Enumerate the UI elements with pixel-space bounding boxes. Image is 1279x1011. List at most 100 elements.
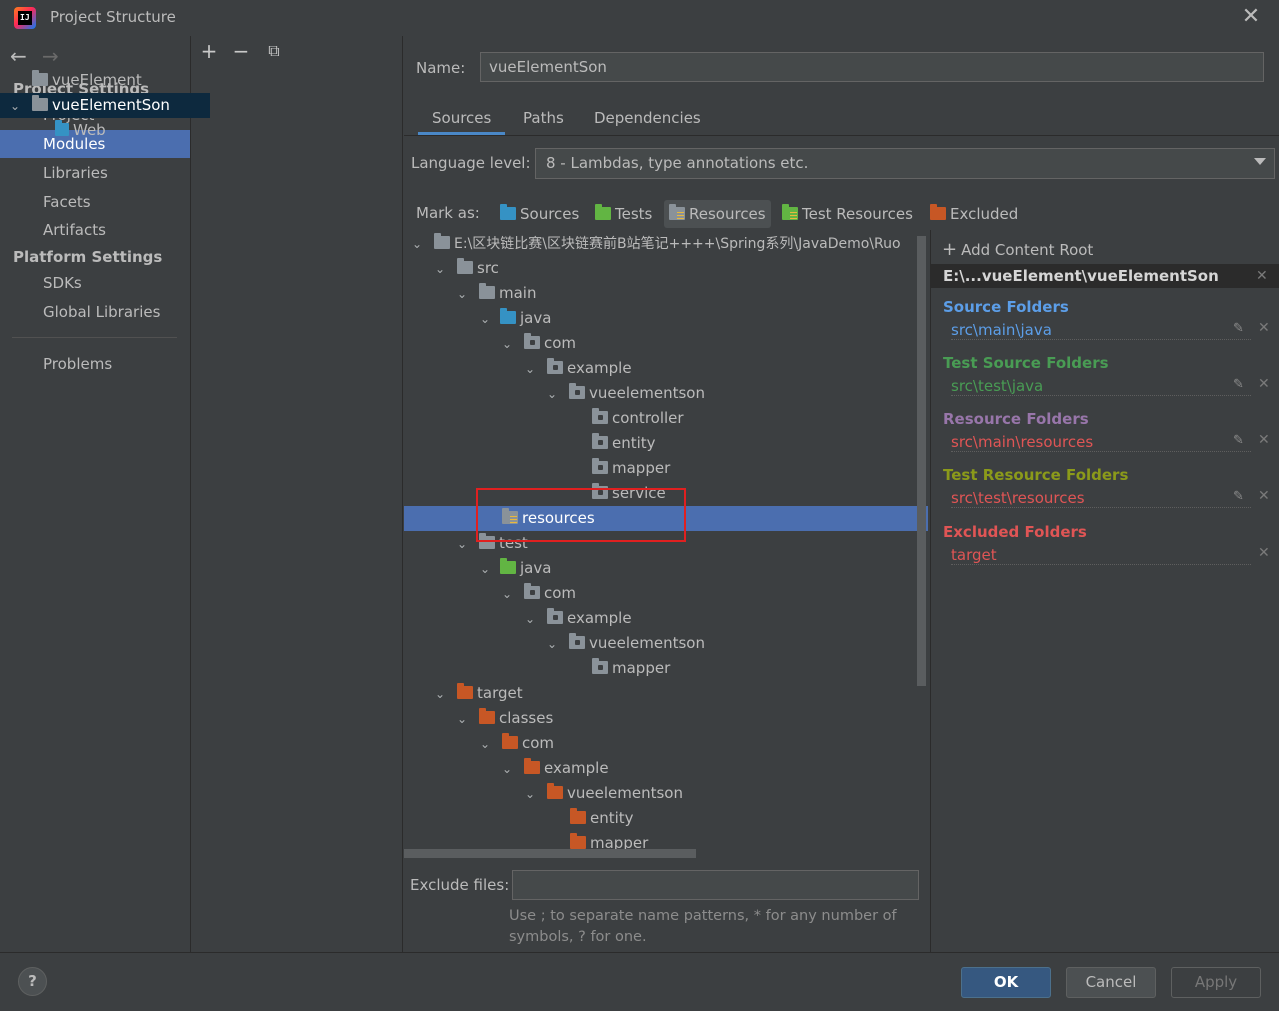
- module-vueelement[interactable]: vueElement: [0, 68, 210, 93]
- tree-node-root[interactable]: ⌄ E:\区块链比赛\区块链赛前B站笔记++++\Spring系列\JavaDem…: [404, 231, 928, 256]
- source-folder-item[interactable]: src\main\java: [951, 320, 1251, 340]
- dropdown-arrow-icon[interactable]: [1254, 158, 1266, 165]
- edit-icon[interactable]: ✎: [1233, 377, 1244, 392]
- tree-node-controller[interactable]: controller: [404, 406, 928, 431]
- module-name-input[interactable]: vueElementSon: [480, 52, 1264, 82]
- help-button[interactable]: ?: [18, 967, 47, 996]
- test-source-folder-item[interactable]: src\test\java: [951, 376, 1251, 396]
- chevron-down-icon[interactable]: ⌄: [480, 307, 494, 332]
- chevron-down-icon[interactable]: ⌄: [480, 557, 494, 582]
- sidebar-item-sdks[interactable]: SDKs: [0, 269, 190, 297]
- content-root-path: E:\...vueElement\vueElementSon: [930, 264, 1279, 288]
- chevron-down-icon[interactable]: ⌄: [547, 382, 561, 407]
- tree-node-label: mapper: [612, 459, 671, 477]
- tree-node-java[interactable]: ⌄ java: [404, 306, 928, 331]
- chevron-down-icon[interactable]: ⌄: [457, 282, 471, 307]
- tree-node-src[interactable]: ⌄ src: [404, 256, 928, 281]
- tree-node-test-vueelementson[interactable]: ⌄ vueelementson: [404, 631, 928, 656]
- module-label: vueElementSon: [52, 96, 170, 114]
- tree-vertical-scrollbar[interactable]: [917, 236, 926, 686]
- tree-node-classes[interactable]: ⌄ classes: [404, 706, 928, 731]
- language-level-select[interactable]: 8 - Lambdas, type annotations etc.: [535, 148, 1275, 179]
- test-resource-folder-item[interactable]: src\test\resources: [951, 488, 1251, 508]
- tree-node-target-entity[interactable]: entity: [404, 806, 928, 831]
- tab-paths[interactable]: Paths: [523, 105, 564, 135]
- mark-sources-button[interactable]: Sources: [495, 200, 584, 228]
- close-icon[interactable]: ✕: [1240, 6, 1262, 28]
- chevron-down-icon[interactable]: ⌄: [525, 357, 539, 382]
- sidebar-divider: [12, 337, 177, 338]
- module-vueelementson[interactable]: ⌄ vueElementSon: [0, 93, 210, 118]
- remove-icon[interactable]: ✕: [1258, 488, 1270, 504]
- tree-node-target-example[interactable]: ⌄ example: [404, 756, 928, 781]
- mark-as-label: Mark as:: [416, 204, 480, 222]
- remove-icon[interactable]: ✕: [1258, 376, 1270, 392]
- apply-button[interactable]: Apply: [1171, 967, 1261, 998]
- mark-resources-button[interactable]: Resources: [664, 200, 771, 228]
- tree-node-test-mapper[interactable]: mapper: [404, 656, 928, 681]
- module-folder-icon: [32, 70, 48, 86]
- tree-node-test-com[interactable]: ⌄ com: [404, 581, 928, 606]
- add-content-root-button[interactable]: + Add Content Root: [942, 239, 1093, 260]
- tree-node-entity[interactable]: entity: [404, 431, 928, 456]
- tree-node-label: target: [477, 684, 523, 702]
- tree-node-target-vueelementson[interactable]: ⌄ vueelementson: [404, 781, 928, 806]
- sidebar-item-global-libraries[interactable]: Global Libraries: [0, 298, 190, 326]
- chevron-down-icon[interactable]: ⌄: [525, 782, 539, 807]
- tree-node-main[interactable]: ⌄ main: [404, 281, 928, 306]
- add-icon[interactable]: +: [198, 40, 220, 62]
- chevron-down-icon[interactable]: ⌄: [457, 707, 471, 732]
- module-folder-icon: [32, 95, 48, 111]
- forward-arrow-icon[interactable]: →: [42, 44, 59, 68]
- chevron-down-icon[interactable]: ⌄: [457, 532, 471, 557]
- chevron-down-icon[interactable]: ⌄: [502, 332, 516, 357]
- remove-icon[interactable]: −: [230, 40, 252, 62]
- tab-dependencies[interactable]: Dependencies: [594, 105, 701, 135]
- excluded-folder-item[interactable]: target: [951, 545, 1251, 565]
- tab-sources[interactable]: Sources: [418, 105, 506, 135]
- edit-icon[interactable]: ✎: [1233, 321, 1244, 336]
- remove-icon[interactable]: ✕: [1258, 545, 1270, 561]
- sidebar-item-problems[interactable]: Problems: [0, 350, 190, 378]
- chevron-down-icon[interactable]: ⌄: [435, 257, 449, 282]
- tree-node-label: mapper: [612, 659, 671, 677]
- tree-node-mapper[interactable]: mapper: [404, 456, 928, 481]
- tree-node-target[interactable]: ⌄ target: [404, 681, 928, 706]
- mark-tests-button[interactable]: Tests: [590, 200, 657, 228]
- tree-node-test-java[interactable]: ⌄ java: [404, 556, 928, 581]
- mark-excluded-button[interactable]: Excluded: [925, 200, 1023, 228]
- sidebar-item-artifacts[interactable]: Artifacts: [0, 216, 190, 244]
- tree-node-target-com[interactable]: ⌄ com: [404, 731, 928, 756]
- tree-node-vueelementson[interactable]: ⌄ vueelementson: [404, 381, 928, 406]
- mark-test-resources-button[interactable]: Test Resources: [777, 200, 918, 228]
- mark-label: Resources: [689, 205, 766, 223]
- remove-root-icon[interactable]: ✕: [1256, 264, 1268, 288]
- tree-node-example[interactable]: ⌄ example: [404, 356, 928, 381]
- facet-web[interactable]: Web: [0, 118, 210, 143]
- back-arrow-icon[interactable]: ←: [10, 44, 27, 68]
- tree-horizontal-scrollbar[interactable]: [404, 849, 696, 858]
- copy-icon[interactable]: ⧉: [263, 40, 285, 62]
- edit-icon[interactable]: ✎: [1233, 489, 1244, 504]
- remove-icon[interactable]: ✕: [1258, 320, 1270, 336]
- chevron-down-icon[interactable]: ⌄: [547, 632, 561, 657]
- facet-label: Web: [73, 121, 106, 139]
- edit-icon[interactable]: ✎: [1233, 433, 1244, 448]
- chevron-down-icon[interactable]: ⌄: [480, 732, 494, 757]
- chevron-down-icon[interactable]: ⌄: [10, 94, 24, 119]
- chevron-down-icon[interactable]: ⌄: [502, 582, 516, 607]
- chevron-down-icon[interactable]: ⌄: [412, 232, 426, 257]
- remove-icon[interactable]: ✕: [1258, 432, 1270, 448]
- tree-node-com[interactable]: ⌄ com: [404, 331, 928, 356]
- chevron-down-icon[interactable]: ⌄: [502, 757, 516, 782]
- chevron-down-icon[interactable]: ⌄: [435, 682, 449, 707]
- tree-node-test-example[interactable]: ⌄ example: [404, 606, 928, 631]
- tree-node-label: classes: [499, 709, 554, 727]
- cancel-button[interactable]: Cancel: [1066, 967, 1156, 998]
- sidebar-item-libraries[interactable]: Libraries: [0, 159, 190, 187]
- chevron-down-icon[interactable]: ⌄: [525, 607, 539, 632]
- sidebar-item-facets[interactable]: Facets: [0, 188, 190, 216]
- ok-button[interactable]: OK: [961, 967, 1051, 998]
- resource-folder-item[interactable]: src\main\resources: [951, 432, 1251, 452]
- exclude-files-input[interactable]: [512, 870, 919, 900]
